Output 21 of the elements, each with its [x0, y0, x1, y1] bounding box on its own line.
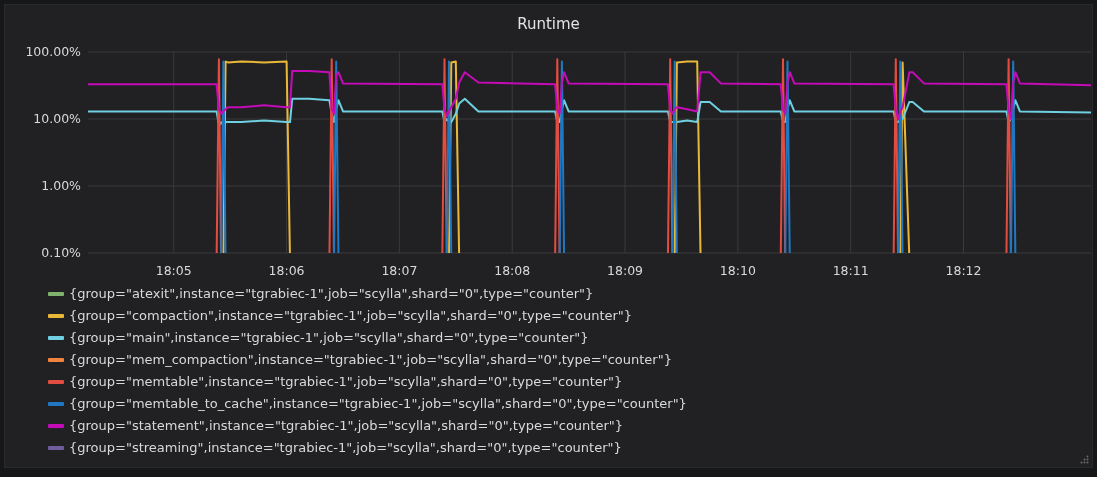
- panel-title: Runtime: [517, 14, 580, 35]
- x-axis-label: 18:07: [381, 263, 418, 278]
- x-axis-label: 18:11: [832, 263, 869, 278]
- legend-label[interactable]: {group="streaming",instance="tgrabiec-1",job="scylla",shard="0",type="counter"}: [69, 439, 622, 457]
- legend-label[interactable]: {group="mem_compaction",instance="tgrabiec-1",job="scylla",shard="0",type="counter"}: [69, 351, 672, 369]
- y-axis-label: 100.00%: [25, 44, 81, 59]
- x-axis-label: 18:12: [945, 263, 982, 278]
- legend-label[interactable]: {group="memtable_to_cache",instance="tgrabiec-1",job="scylla",shard="0",type="counter"}: [69, 395, 687, 413]
- legend-label[interactable]: {group="main",instance="tgrabiec-1",job="scylla",shard="0",type="counter"}: [69, 329, 589, 347]
- x-axis-label: 18:05: [155, 263, 192, 278]
- y-axis-label: 10.00%: [33, 111, 81, 126]
- y-axis-label: 1.00%: [41, 178, 81, 193]
- legend-label[interactable]: {group="statement",instance="tgrabiec-1",job="scylla",shard="0",type="counter"}: [69, 417, 624, 435]
- legend-label[interactable]: {group="atexit",instance="tgrabiec-1",job="scylla",shard="0",type="counter"}: [69, 285, 594, 303]
- x-axis-label: 18:06: [268, 263, 305, 278]
- x-axis-label: 18:08: [494, 263, 531, 278]
- x-axis-label: 18:09: [607, 263, 644, 278]
- y-axis-label: 0.10%: [41, 245, 81, 260]
- legend-label[interactable]: {group="memtable",instance="tgrabiec-1",job="scylla",shard="0",type="counter"}: [69, 373, 623, 391]
- x-axis-label: 18:10: [719, 263, 756, 278]
- legend-label[interactable]: {group="compaction",instance="tgrabiec-1",job="scylla",shard="0",type="counter"}: [69, 307, 633, 325]
